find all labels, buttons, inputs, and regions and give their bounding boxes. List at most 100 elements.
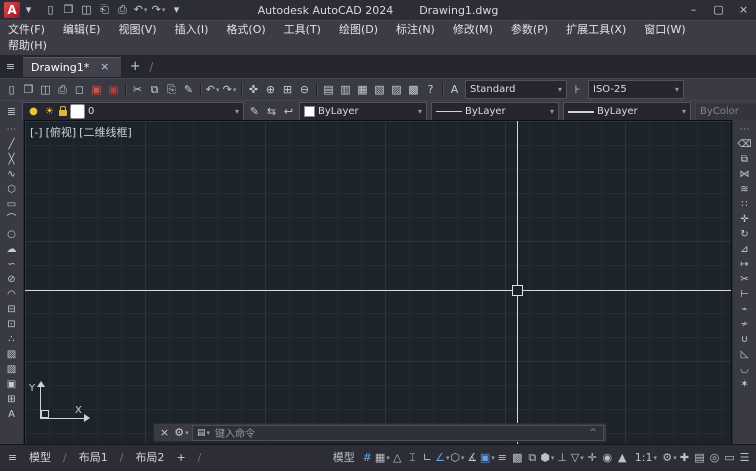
join-icon[interactable]: ∪ <box>735 332 754 347</box>
polygon-icon[interactable]: ⬡ <box>2 182 21 197</box>
annotation-scale-control[interactable]: 1:1▾ <box>630 448 662 468</box>
linetype-combo[interactable]: ByLayer ▾ <box>431 102 559 121</box>
mirror-icon[interactable]: ⋈ <box>735 167 754 182</box>
export-pdf-icon[interactable]: ▣ <box>105 82 122 98</box>
close-button[interactable]: × <box>731 0 756 20</box>
annotation-visibility-toggle[interactable]: ◉ <box>600 448 615 468</box>
polyline-icon[interactable]: ∿ <box>2 167 21 182</box>
ellipse-icon[interactable]: ⊘ <box>2 272 21 287</box>
menu-insert[interactable]: 插入(I) <box>175 22 209 38</box>
customization-button[interactable]: ☰ <box>737 448 752 468</box>
pan-icon[interactable]: ✜ <box>245 82 262 98</box>
layout-tab-model[interactable]: 模型 <box>23 448 57 468</box>
zoom-previous-icon[interactable]: ⊖ <box>296 82 313 98</box>
redo-icon[interactable]: ↷▾ <box>221 82 238 98</box>
modify-toolbar-grip[interactable]: ⋯ <box>735 122 754 137</box>
rectangle-icon[interactable]: ▭ <box>2 197 21 212</box>
layer-color-icon[interactable] <box>70 104 85 119</box>
maximize-button[interactable]: ▢ <box>706 0 731 20</box>
mtext-icon[interactable]: A <box>2 407 21 422</box>
erase-icon[interactable]: ⌫ <box>735 137 754 152</box>
menu-edit[interactable]: 编辑(E) <box>63 22 101 38</box>
new-drawing-tab-button[interactable]: + <box>126 58 144 76</box>
menu-parametric[interactable]: 参数(P) <box>511 22 548 38</box>
viewport-view-control[interactable]: [俯视] <box>46 125 77 141</box>
menu-help[interactable]: 帮助(H) <box>8 38 47 54</box>
dim-style-icon[interactable]: ⊦ <box>569 82 586 98</box>
break-icon[interactable]: ≁ <box>735 317 754 332</box>
plot-button[interactable]: ⎙ <box>114 2 131 18</box>
command-input[interactable]: ▤▾ 键入命令 ^ <box>192 425 604 441</box>
menu-tools[interactable]: 工具(T) <box>284 22 321 38</box>
annotation-monitor-toggle[interactable]: ✚ <box>677 448 692 468</box>
menu-window[interactable]: 窗口(W) <box>644 22 685 38</box>
text-style-combo[interactable]: Standard ▾ <box>465 80 567 99</box>
move-icon[interactable]: ✛ <box>735 212 754 227</box>
zoom-realtime-icon[interactable]: ⊕ <box>262 82 279 98</box>
sheet-set-manager-icon[interactable]: ▧ <box>371 82 388 98</box>
selection-cycling-toggle[interactable]: ⧉ <box>525 448 540 468</box>
menu-draw[interactable]: 绘图(D) <box>339 22 378 38</box>
scale-icon[interactable]: ⊿ <box>735 242 754 257</box>
array-icon[interactable]: ∷ <box>735 197 754 212</box>
gradient-icon[interactable]: ▧ <box>2 362 21 377</box>
object-color-combo[interactable]: ByLayer ▾ <box>299 102 427 121</box>
clean-screen-toggle[interactable]: ▭ <box>722 448 737 468</box>
menu-modify[interactable]: 修改(M) <box>453 22 493 38</box>
layer-on-icon[interactable]: ● <box>27 105 40 118</box>
draw-toolbar-grip[interactable]: ⋯ <box>2 122 21 137</box>
explode-icon[interactable]: ✶ <box>735 377 754 392</box>
isolate-objects-toggle[interactable]: ◎ <box>707 448 722 468</box>
layer-lock-icon[interactable] <box>59 110 67 116</box>
layer-previous-icon[interactable]: ↩ <box>280 104 297 120</box>
transparency-toggle[interactable]: ▩ <box>510 448 525 468</box>
arc-icon[interactable]: ⌒ <box>2 212 21 227</box>
point-icon[interactable]: ∴ <box>2 332 21 347</box>
drawing-canvas[interactable]: [-][俯视][二维线框] Y X ×⚙▾ ▤▾ 键入命令 ^ <box>24 120 732 445</box>
command-close-icon[interactable]: × <box>156 425 173 441</box>
lineweight-display-toggle[interactable]: ≡ <box>495 448 510 468</box>
save-button[interactable]: ◫ <box>78 2 95 18</box>
recent-commands-icon[interactable]: ▤▾ <box>197 427 210 439</box>
save-icon[interactable]: ◫ <box>37 82 54 98</box>
menu-view[interactable]: 视图(V) <box>118 22 156 38</box>
help-icon[interactable]: ? <box>422 82 439 98</box>
qat-customize-button[interactable]: ▾ <box>168 2 185 18</box>
isometric-drafting-toggle[interactable]: ⬡▾ <box>450 448 465 468</box>
command-customize-icon[interactable]: ⚙▾ <box>173 425 190 441</box>
region-icon[interactable]: ▣ <box>2 377 21 392</box>
model-paper-space-toggle[interactable]: 模型 <box>328 448 360 468</box>
offset-icon[interactable]: ≋ <box>735 182 754 197</box>
layer-combo[interactable]: ●☀ 0 ▾ <box>22 102 244 121</box>
snap-mode-toggle[interactable]: ▦▾ <box>375 448 390 468</box>
plot-preview-icon[interactable]: ◻ <box>71 82 88 98</box>
command-history-expand-icon[interactable]: ^ <box>587 427 599 439</box>
dynamic-input-toggle[interactable]: ⌶ <box>405 448 420 468</box>
file-tab-list-icon[interactable]: ≡ <box>2 59 19 75</box>
undo-icon[interactable]: ↶▾ <box>204 82 221 98</box>
break-at-point-icon[interactable]: ⌁ <box>735 302 754 317</box>
open-icon[interactable]: ❒ <box>20 82 37 98</box>
zoom-window-icon[interactable]: ⊞ <box>279 82 296 98</box>
quickcalc-icon[interactable]: ▩ <box>405 82 422 98</box>
layout-tab-layout1[interactable]: 布局1 <box>73 448 114 468</box>
text-style-icon[interactable]: A <box>446 82 463 98</box>
revision-cloud-icon[interactable]: ☁ <box>2 242 21 257</box>
table-icon[interactable]: ⊞ <box>2 392 21 407</box>
trim-icon[interactable]: ✂ <box>735 272 754 287</box>
layout-tab-layout2[interactable]: 布局2 <box>129 448 170 468</box>
viewport-visual-style-control[interactable]: [二维线框] <box>79 125 132 141</box>
object-snap-tracking-toggle[interactable]: ∡ <box>465 448 480 468</box>
menu-express-tools[interactable]: 扩展工具(X) <box>566 22 626 38</box>
polar-tracking-toggle[interactable]: ∠▾ <box>435 448 450 468</box>
app-menu-caret-icon[interactable]: ▾ <box>20 2 37 18</box>
new-layout-button[interactable]: + <box>170 448 191 468</box>
circle-icon[interactable]: ○ <box>2 227 21 242</box>
construction-line-icon[interactable]: ╳ <box>2 152 21 167</box>
make-object-layer-current-icon[interactable]: ✎ <box>246 104 263 120</box>
autoscale-toggle[interactable]: ▲ <box>615 448 630 468</box>
properties-palette-icon[interactable]: ▤ <box>320 82 337 98</box>
open-button[interactable]: ❒ <box>60 2 77 18</box>
extend-icon[interactable]: ⊢ <box>735 287 754 302</box>
ortho-mode-toggle[interactable]: ∟ <box>420 448 435 468</box>
